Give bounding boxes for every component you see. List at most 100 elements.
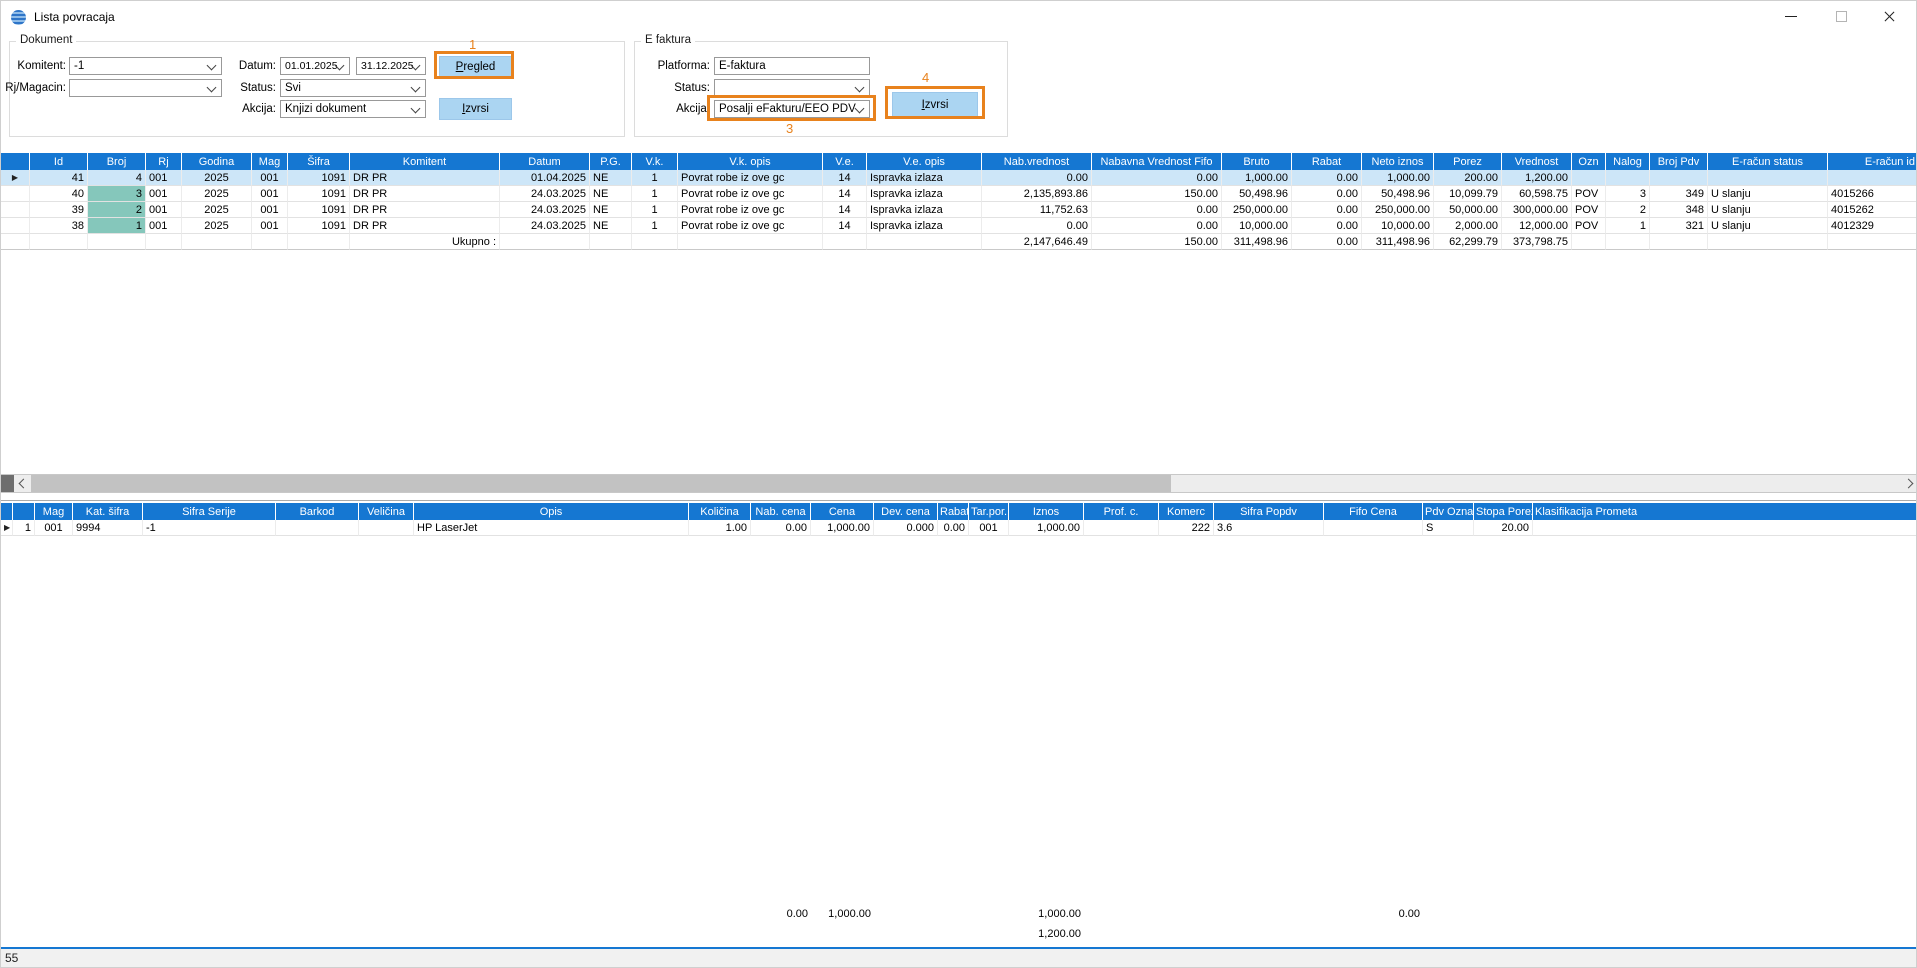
- column-header[interactable]: Nab.vrednost: [982, 153, 1092, 170]
- cell[interactable]: 001: [146, 186, 182, 202]
- cell[interactable]: 200.00: [1434, 170, 1502, 186]
- cell[interactable]: Ispravka izlaza: [867, 218, 982, 234]
- cell[interactable]: Ispravka izlaza: [867, 170, 982, 186]
- column-header[interactable]: Prof. c.: [1084, 503, 1159, 520]
- cell[interactable]: 3: [1606, 186, 1650, 202]
- cell[interactable]: [276, 520, 359, 536]
- cell[interactable]: 001: [252, 202, 288, 218]
- efaktura-status-combobox[interactable]: [714, 79, 870, 97]
- column-header[interactable]: Iznos: [1009, 503, 1084, 520]
- column-header[interactable]: Vrednost: [1502, 153, 1572, 170]
- cell[interactable]: -1: [143, 520, 276, 536]
- cell[interactable]: 40: [30, 186, 88, 202]
- cell[interactable]: [359, 520, 414, 536]
- cell[interactable]: Povrat robe iz ove gc: [678, 186, 823, 202]
- cell[interactable]: NE: [590, 170, 632, 186]
- cell[interactable]: Ispravka izlaza: [867, 202, 982, 218]
- cell[interactable]: [1650, 170, 1708, 186]
- column-header[interactable]: V.k.: [632, 153, 678, 170]
- cell[interactable]: 10,099.79: [1434, 186, 1502, 202]
- cell[interactable]: [1324, 520, 1423, 536]
- column-header[interactable]: Id: [30, 153, 88, 170]
- column-header[interactable]: Rj: [146, 153, 182, 170]
- cell[interactable]: 001: [252, 186, 288, 202]
- cell[interactable]: 250,000.00: [1222, 202, 1292, 218]
- cell[interactable]: 1091: [288, 170, 350, 186]
- cell[interactable]: 50,498.96: [1362, 186, 1434, 202]
- documents-grid-row[interactable]: 40300120250011091DR PR24.03.2025NE1Povra…: [1, 186, 1917, 202]
- efaktura-akcija-combobox[interactable]: Posalji eFakturu/EEO PDV: [714, 100, 870, 118]
- column-header[interactable]: Šifra: [288, 153, 350, 170]
- column-header[interactable]: E-račun status: [1708, 153, 1828, 170]
- maximize-button[interactable]: [1819, 1, 1863, 32]
- cell[interactable]: DR PR: [350, 170, 500, 186]
- cell[interactable]: 1.00: [689, 520, 751, 536]
- pregled-button[interactable]: Pregled: [439, 56, 512, 78]
- datum-from-picker[interactable]: 01.01.2025: [280, 57, 350, 75]
- rj-magacin-combobox[interactable]: [69, 79, 222, 97]
- column-header[interactable]: Nab. cena: [751, 503, 811, 520]
- documents-grid-row[interactable]: 38100120250011091DR PR24.03.2025NE1Povra…: [1, 218, 1917, 234]
- cell[interactable]: 50,000.00: [1434, 202, 1502, 218]
- column-header[interactable]: Cena: [811, 503, 874, 520]
- cell[interactable]: 300,000.00: [1502, 202, 1572, 218]
- cell[interactable]: 10,000.00: [1362, 218, 1434, 234]
- cell[interactable]: 01.04.2025: [500, 170, 590, 186]
- column-header[interactable]: Kat. šifra: [73, 503, 143, 520]
- cell[interactable]: 41: [30, 170, 88, 186]
- datum-to-picker[interactable]: 31.12.2025: [356, 57, 426, 75]
- cell[interactable]: [1708, 170, 1828, 186]
- cell[interactable]: 2025: [182, 186, 252, 202]
- cell[interactable]: 4: [88, 170, 146, 186]
- column-header[interactable]: V.k. opis: [678, 153, 823, 170]
- cell[interactable]: 001: [146, 202, 182, 218]
- cell[interactable]: 1: [632, 170, 678, 186]
- cell[interactable]: 1: [632, 218, 678, 234]
- cell[interactable]: 10,000.00: [1222, 218, 1292, 234]
- cell[interactable]: 9994: [73, 520, 143, 536]
- column-header[interactable]: Dev. cena: [874, 503, 938, 520]
- cell[interactable]: 1,000.00: [1362, 170, 1434, 186]
- cell[interactable]: 11,752.63: [982, 202, 1092, 218]
- cell[interactable]: 321: [1650, 218, 1708, 234]
- cell[interactable]: S: [1423, 520, 1474, 536]
- cell[interactable]: 0.00: [751, 520, 811, 536]
- cell[interactable]: 1,000.00: [1222, 170, 1292, 186]
- cell[interactable]: 14: [823, 186, 867, 202]
- cell[interactable]: 38: [30, 218, 88, 234]
- akcija-combobox[interactable]: Knjizi dokument: [280, 100, 426, 118]
- column-header[interactable]: Datum: [500, 153, 590, 170]
- cell[interactable]: 1,200.00: [1502, 170, 1572, 186]
- cell[interactable]: 1,000.00: [811, 520, 874, 536]
- cell[interactable]: 1: [632, 202, 678, 218]
- cell[interactable]: 001: [35, 520, 73, 536]
- cell[interactable]: Povrat robe iz ove gc: [678, 218, 823, 234]
- cell[interactable]: 2: [88, 202, 146, 218]
- cell[interactable]: U slanju: [1708, 218, 1828, 234]
- documents-grid-row[interactable]: 39200120250011091DR PR24.03.2025NE1Povra…: [1, 202, 1917, 218]
- cell[interactable]: 001: [146, 170, 182, 186]
- cell[interactable]: [1084, 520, 1159, 536]
- cell[interactable]: 250,000.00: [1362, 202, 1434, 218]
- cell[interactable]: NE: [590, 218, 632, 234]
- cell[interactable]: 001: [146, 218, 182, 234]
- column-header[interactable]: V.e.: [823, 153, 867, 170]
- cell[interactable]: 0.00: [1292, 202, 1362, 218]
- cell[interactable]: 0.00: [982, 218, 1092, 234]
- column-header[interactable]: Nalog: [1606, 153, 1650, 170]
- cell[interactable]: 1091: [288, 202, 350, 218]
- status-combobox[interactable]: Svi: [280, 79, 426, 97]
- cell[interactable]: 150.00: [1092, 186, 1222, 202]
- column-header[interactable]: Barkod: [276, 503, 359, 520]
- cell[interactable]: 20.00: [1474, 520, 1533, 536]
- scroll-left-button[interactable]: [14, 475, 31, 492]
- cell[interactable]: 0.00: [1092, 218, 1222, 234]
- izvrsi-button[interactable]: Izvrsi: [439, 98, 512, 120]
- cell[interactable]: 349: [1650, 186, 1708, 202]
- column-header[interactable]: Fifo Cena: [1324, 503, 1423, 520]
- column-header[interactable]: Mag: [35, 503, 73, 520]
- cell[interactable]: 0.00: [1092, 202, 1222, 218]
- cell[interactable]: 3.6: [1214, 520, 1324, 536]
- cell[interactable]: 0.00: [938, 520, 969, 536]
- cell[interactable]: 0.000: [874, 520, 938, 536]
